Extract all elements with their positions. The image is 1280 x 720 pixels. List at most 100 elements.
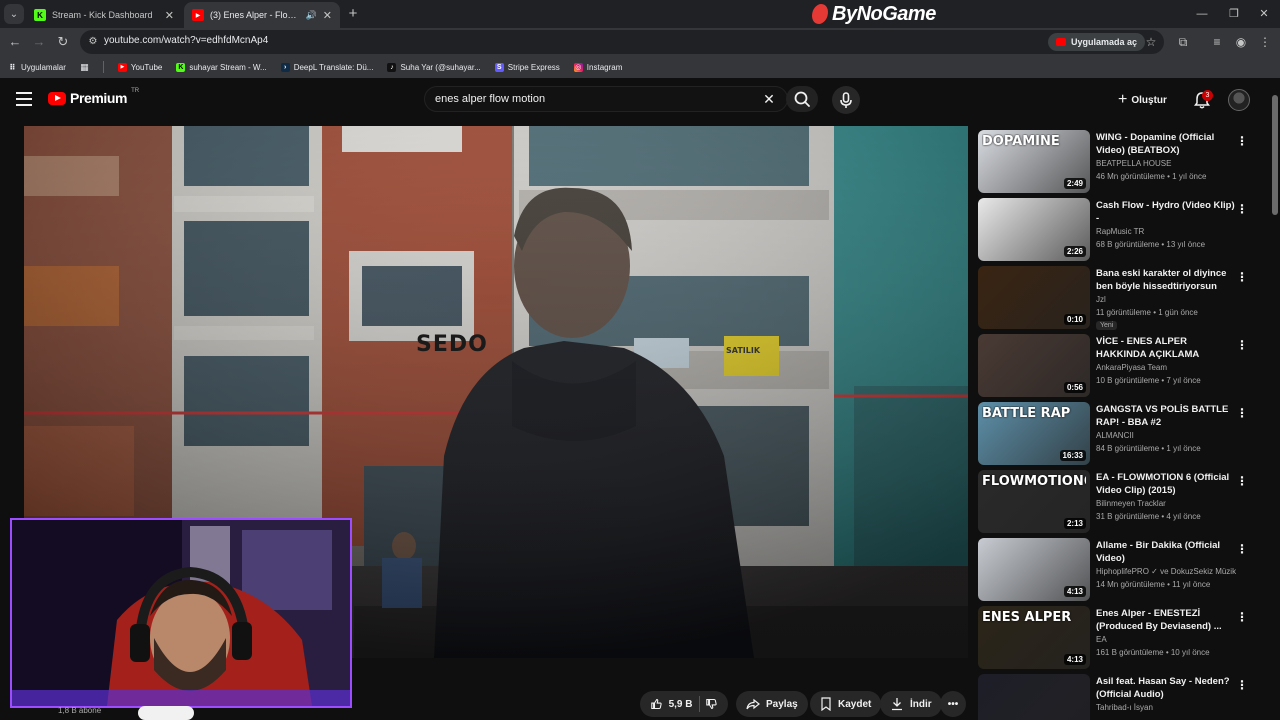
like-dislike-group: 5,9 B [640, 691, 728, 717]
address-bar[interactable]: ⚙ youtube.com/watch?v=edhfdMcnAp4 Uygula… [80, 30, 1164, 54]
video-thumbnail[interactable] [978, 674, 1090, 720]
extensions-icon[interactable]: ⧉ [1174, 33, 1192, 51]
channel-name[interactable]: ALMANCII [1096, 431, 1134, 440]
bookmark-apps[interactable]: ⠿ Uygulamalar [8, 63, 66, 72]
bookmark-kick[interactable]: K suhayar Stream - W... [176, 62, 267, 72]
search-input[interactable] [435, 92, 755, 106]
view-count-and-date: 14 Mn görüntüleme • 11 yıl önce [1096, 580, 1211, 589]
audio-playing-icon[interactable]: 🔊 [306, 10, 317, 21]
video-thumbnail[interactable]: 0:10 [978, 266, 1090, 329]
recommendation-title[interactable]: Allame - Bir Dakika (Official Video) [1096, 539, 1236, 565]
more-options-icon[interactable]: ⋮ [1236, 474, 1248, 488]
recommendation-item[interactable]: BATTLE RAP 16:33 GANGSTA VS POLİS BATTLE R… [978, 402, 1262, 466]
more-options-icon[interactable]: ⋮ [1236, 134, 1248, 148]
recommendation-title[interactable]: Bana eski karakter ol diyince ben böyle … [1096, 267, 1236, 293]
channel-name[interactable]: HiphoplifePRO ✓ ve DokuzSekiz Müzik [1096, 567, 1236, 576]
bookmark-instagram[interactable]: ◎ Instagram [573, 62, 622, 72]
more-options-icon[interactable]: ⋮ [1236, 338, 1248, 352]
video-thumbnail[interactable]: 2:26 [978, 198, 1090, 261]
save-label: Kaydet [838, 698, 872, 710]
share-button[interactable]: Paylaş [736, 691, 808, 717]
close-tab-icon[interactable]: ✕ [165, 9, 174, 22]
create-button[interactable]: + Oluştur [1118, 89, 1167, 111]
video-thumbnail[interactable]: FLOWMOTION6 2:13 [978, 470, 1090, 533]
save-button[interactable]: Kaydet [810, 691, 882, 717]
more-options-icon[interactable]: ⋮ [1236, 202, 1248, 216]
more-options-icon[interactable]: ⋮ [1236, 610, 1248, 624]
restore-window-button[interactable]: ❐ [1218, 0, 1250, 28]
browser-menu-icon[interactable]: ⋮ [1256, 33, 1274, 51]
channel-name[interactable]: AnkaraPiyasa Team [1096, 363, 1167, 372]
recommendation-item[interactable]: Asil feat. Hasan Say - Neden? (Official … [978, 674, 1262, 720]
download-button[interactable]: İndir [880, 691, 942, 717]
channel-name[interactable]: Bilinmeyen Tracklar [1096, 499, 1166, 508]
guide-menu-icon[interactable] [16, 92, 32, 106]
recommendation-title[interactable]: VİCE - ENES ALPER HAKKINDA AÇIKLAMA YAPI… [1096, 335, 1236, 361]
thumbs-up-icon[interactable] [650, 697, 663, 711]
media-controls-icon[interactable]: ≡ [1208, 33, 1226, 51]
channel-name[interactable]: Jzl [1096, 295, 1106, 304]
bookmark-tab-groups[interactable]: ▦ [80, 62, 89, 72]
recommendation-title[interactable]: Cash Flow - Hydro (Video Klip) - [1096, 199, 1236, 225]
site-info-icon[interactable]: ⚙ [86, 35, 100, 49]
thumbs-down-icon[interactable] [705, 697, 718, 711]
more-options-icon[interactable]: ⋮ [1236, 678, 1248, 692]
recommendation-item[interactable]: 4:13 Allame - Bir Dakika (Official Video)… [978, 538, 1262, 602]
bookmark-youtube[interactable]: ▶ YouTube [117, 62, 162, 72]
youtube-premium-logo[interactable]: Premium TR [48, 88, 139, 106]
recommendation-item[interactable]: 2:26 Cash Flow - Hydro (Video Klip) - RapM… [978, 198, 1262, 262]
recommendation-title[interactable]: Enes Alper - ENESTEZİ (Produced By Devia… [1096, 607, 1236, 633]
video-thumbnail[interactable]: DOPAMINE 2:49 [978, 130, 1090, 193]
profile-icon[interactable]: ◉ [1232, 33, 1250, 51]
bookmark-deepl[interactable]: › DeepL Translate: Dü... [280, 62, 373, 72]
recommendation-title[interactable]: Asil feat. Hasan Say - Neden? (Official … [1096, 675, 1236, 701]
bookmark-stripe[interactable]: S Stripe Express [494, 62, 560, 72]
minimize-window-button[interactable]: — [1186, 0, 1218, 28]
recommendation-item[interactable]: 0:56 VİCE - ENES ALPER HAKKINDA AÇIKLAMA … [978, 334, 1262, 398]
search-button[interactable] [786, 86, 818, 112]
tab-search-button[interactable]: ⌄ [4, 4, 24, 24]
channel-name[interactable]: RapMusic TR [1096, 227, 1144, 236]
voice-search-button[interactable] [832, 86, 860, 114]
share-label: Paylaş [766, 698, 798, 710]
more-actions-button[interactable]: ••• [940, 691, 966, 717]
view-count-and-date: 84 B görüntüleme • 1 yıl önce [1096, 444, 1201, 453]
video-thumbnail[interactable]: ENES ALPER 4:13 [978, 606, 1090, 669]
recommendation-title[interactable]: EA - FLOWMOTION 6 (Official Video Clip) … [1096, 471, 1236, 497]
bookmarks-bar: ⠿ Uygulamalar ▦ ▶ YouTube K suhayar Stre… [0, 56, 1280, 78]
more-options-icon[interactable]: ⋮ [1236, 270, 1248, 284]
recommendation-item[interactable]: ENES ALPER 4:13 Enes Alper - ENESTEZİ (Pro… [978, 606, 1262, 670]
reload-button[interactable]: ↻ [54, 33, 72, 51]
bookmark-star-icon[interactable]: ☆ [1142, 33, 1160, 51]
more-options-icon[interactable]: ⋮ [1236, 406, 1248, 420]
bookmark-tiktok[interactable]: ♪ Suha Yar (@suhayar... [387, 62, 481, 72]
recommendation-item[interactable]: FLOWMOTION6 2:13 EA - FLOWMOTION 6 (Offici… [978, 470, 1262, 534]
recommendation-title[interactable]: WING - Dopamine (Official Video) (BEATBO… [1096, 131, 1236, 157]
channel-name[interactable]: BEATPELLA HOUSE [1096, 159, 1171, 168]
channel-name[interactable]: Tahribad-ı İsyan [1096, 703, 1153, 712]
new-tab-button[interactable]: + [344, 5, 362, 23]
video-thumbnail[interactable]: 4:13 [978, 538, 1090, 601]
view-count-and-date: 11 görüntüleme • 1 gün önce [1096, 308, 1198, 317]
browser-tab-youtube[interactable]: ▶ (3) Enes Alper - Flow Motion 🔊 ✕ [184, 2, 340, 28]
video-thumbnail[interactable]: 0:56 [978, 334, 1090, 397]
browser-tab-kick[interactable]: K Stream - Kick Dashboard ✕ [26, 2, 182, 28]
search-box[interactable] [424, 86, 788, 112]
recommendation-item[interactable]: DOPAMINE 2:49 WING - Dopamine (Official Vi… [978, 130, 1262, 194]
subscribe-button[interactable] [138, 706, 194, 720]
close-tab-icon[interactable]: ✕ [323, 9, 332, 22]
video-thumbnail[interactable]: BATTLE RAP 16:33 [978, 402, 1090, 465]
close-window-button[interactable]: ✕ [1248, 0, 1280, 28]
view-count-and-date: 31 B görüntüleme • 4 yıl önce [1096, 512, 1201, 521]
recommendation-item[interactable]: 0:10 Bana eski karakter ol diyince ben bö… [978, 266, 1262, 330]
back-button[interactable]: ← [6, 33, 24, 51]
account-avatar[interactable] [1228, 89, 1250, 111]
more-options-icon[interactable]: ⋮ [1236, 542, 1248, 556]
scrollbar-thumb[interactable] [1272, 95, 1278, 215]
clear-search-icon[interactable]: ✕ [760, 90, 778, 108]
recommendation-title[interactable]: GANGSTA VS POLİS BATTLE RAP! - BBA #2 [1096, 403, 1236, 429]
channel-name[interactable]: EA [1096, 635, 1107, 644]
forward-button[interactable]: → [30, 33, 48, 51]
like-count[interactable]: 5,9 B [669, 699, 693, 710]
open-in-app-button[interactable]: Uygulamada aç [1048, 33, 1146, 51]
